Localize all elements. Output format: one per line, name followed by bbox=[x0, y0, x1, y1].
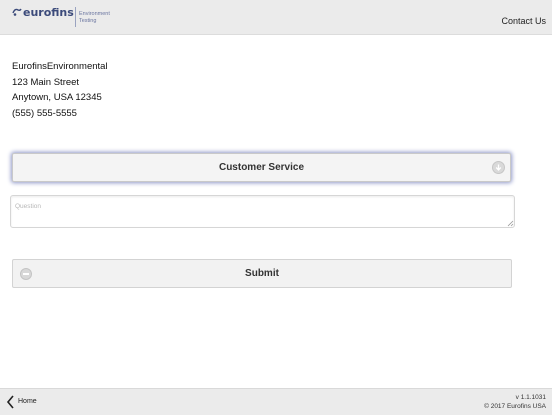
logo-wordmark: eurofins bbox=[23, 6, 74, 19]
top-bar: eurofins Environment Testing Contact Us bbox=[0, 0, 552, 35]
logo-divider bbox=[75, 7, 76, 27]
eurofins-logo-icon bbox=[12, 8, 22, 16]
submit-button[interactable]: Submit bbox=[12, 259, 512, 288]
company-name: EurofinsEnvironmental bbox=[12, 61, 108, 72]
address-block: EurofinsEnvironmental 123 Main Street An… bbox=[12, 59, 108, 121]
version-info: v 1.1.1031 © 2017 Eurofins USA bbox=[484, 393, 546, 411]
home-label: Home bbox=[18, 398, 37, 405]
contact-us-link[interactable]: Contact Us bbox=[501, 16, 546, 26]
bottom-bar: Home v 1.1.1031 © 2017 Eurofins USA bbox=[0, 388, 552, 415]
logo-subtitle-line2: Testing bbox=[79, 17, 97, 24]
chevron-left-icon bbox=[6, 395, 14, 409]
topic-select-value: Customer Service bbox=[218, 162, 305, 173]
logo-subtitle: Environment Testing bbox=[79, 11, 110, 24]
version-number: v 1.1.1031 bbox=[515, 394, 546, 401]
city-line: Anytown, USA 12345 bbox=[12, 92, 102, 103]
submit-button-label: Submit bbox=[245, 268, 279, 279]
logo-subtitle-line1: Environment bbox=[79, 11, 110, 17]
copyright-text: © 2017 Eurofins USA bbox=[484, 403, 546, 410]
chevron-down-icon bbox=[492, 161, 505, 174]
resize-grip-icon[interactable] bbox=[506, 219, 514, 227]
topic-select[interactable]: Customer Service bbox=[12, 153, 511, 182]
question-input[interactable] bbox=[10, 195, 515, 228]
phone-number: (555) 555-5555 bbox=[12, 107, 77, 119]
street-address: 123 Main Street bbox=[12, 76, 80, 88]
